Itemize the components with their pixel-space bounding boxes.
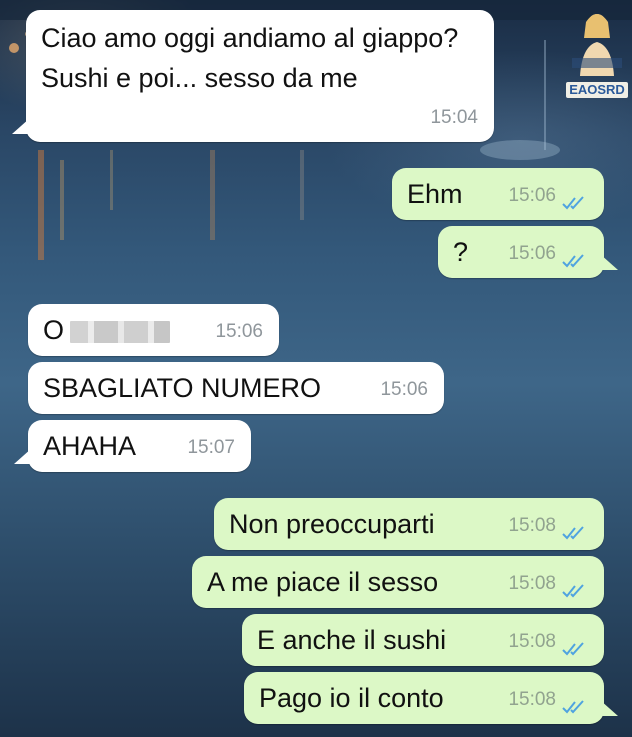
message-text: E anche il sushi bbox=[257, 625, 447, 655]
message-text: Ehm bbox=[407, 179, 463, 209]
message-text-group: O bbox=[43, 312, 171, 348]
message-outgoing[interactable]: ? 15:06 bbox=[438, 226, 618, 278]
chat-thread[interactable]: Ciao amo oggi andiamo al giappo? Sushi e… bbox=[0, 0, 632, 737]
message-time: 15:08 bbox=[508, 631, 556, 652]
message-text: Ciao amo oggi andiamo al giappo? Sushi e… bbox=[41, 23, 459, 93]
message-time: 15:06 bbox=[508, 185, 556, 206]
message-text: O bbox=[43, 315, 65, 345]
message-outgoing[interactable]: Non preoccuparti 15:08 bbox=[214, 498, 604, 550]
message-text: AHAHA bbox=[43, 431, 137, 461]
message-time: 15:07 bbox=[187, 437, 235, 458]
message-outgoing[interactable]: Pago io il conto 15:08 bbox=[244, 672, 618, 724]
message-time: 15:08 bbox=[508, 573, 556, 594]
message-outgoing[interactable]: A me piace il sesso 15:08 bbox=[192, 556, 604, 608]
double-check-icon bbox=[562, 700, 584, 714]
message-text: ? bbox=[453, 237, 469, 267]
message-time: 15:08 bbox=[508, 515, 556, 536]
message-outgoing[interactable]: E anche il sushi 15:08 bbox=[242, 614, 604, 666]
message-time: 15:06 bbox=[215, 321, 263, 342]
double-check-icon bbox=[562, 642, 584, 656]
message-text: A me piace il sesso bbox=[207, 567, 439, 597]
bubble-tail bbox=[600, 700, 618, 716]
message-incoming[interactable]: O 15:06 bbox=[28, 304, 279, 356]
bubble-tail bbox=[14, 448, 32, 464]
message-incoming[interactable]: Ciao amo oggi andiamo al giappo? Sushi e… bbox=[12, 10, 494, 142]
message-incoming[interactable]: AHAHA 15:07 bbox=[14, 420, 251, 472]
message-text: Pago io il conto bbox=[259, 683, 444, 713]
message-text: Non preoccuparti bbox=[229, 509, 435, 539]
message-time: 15:04 bbox=[430, 107, 478, 128]
message-time: 15:06 bbox=[508, 243, 556, 264]
double-check-icon bbox=[562, 584, 584, 598]
double-check-icon bbox=[562, 526, 584, 540]
message-outgoing[interactable]: Ehm 15:06 bbox=[392, 168, 604, 220]
message-time: 15:08 bbox=[508, 689, 556, 710]
double-check-icon bbox=[562, 196, 584, 210]
message-time: 15:06 bbox=[380, 379, 428, 400]
message-text: SBAGLIATO NUMERO bbox=[43, 373, 322, 403]
bubble-tail bbox=[600, 254, 618, 270]
bubble-tail bbox=[12, 118, 30, 134]
message-incoming[interactable]: SBAGLIATO NUMERO 15:06 bbox=[28, 362, 444, 414]
double-check-icon bbox=[562, 254, 584, 268]
redacted-name bbox=[70, 320, 171, 343]
